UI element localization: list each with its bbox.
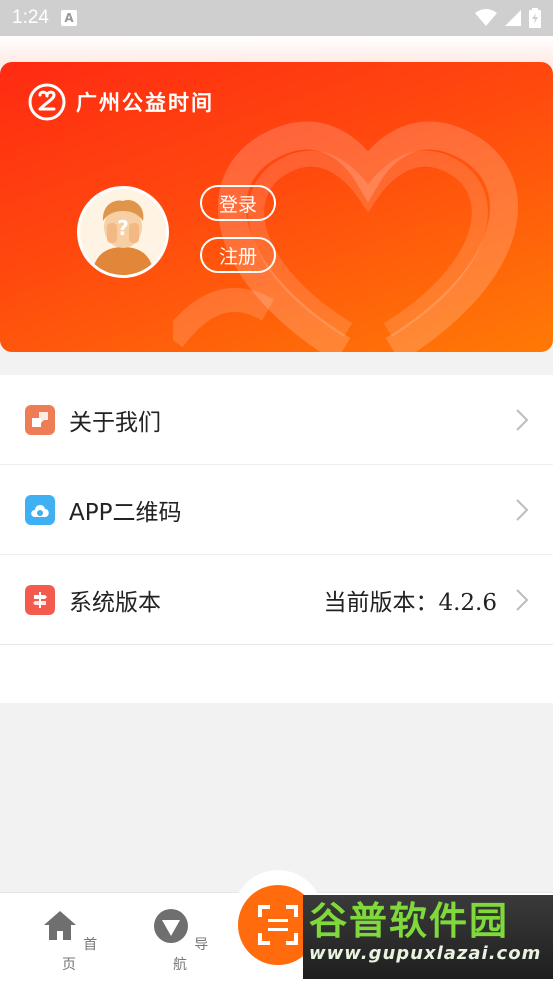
menu-item-system-version[interactable]: 系统版本 当前版本：4.2.6 xyxy=(0,555,553,645)
settings-menu: 关于我们 APP二维码 系统版本 当前版本：4.2.6 xyxy=(0,375,553,703)
default-avatar-icon: ? xyxy=(80,189,166,275)
signpost-icon xyxy=(25,584,55,615)
watermark-title: 谷普软件园 xyxy=(309,899,510,943)
menu-item-label: 系统版本 xyxy=(69,589,161,616)
menu-item-about-us[interactable]: 关于我们 xyxy=(0,375,553,465)
svg-text:?: ? xyxy=(117,216,129,240)
cloud-icon xyxy=(25,494,55,525)
chevron-right-icon xyxy=(516,498,529,521)
nav-home[interactable]: 首页 xyxy=(34,907,104,974)
version-value: 当前版本：4.2.6 xyxy=(323,589,497,616)
wifi-icon xyxy=(475,9,497,26)
menu-item-label: 关于我们 xyxy=(69,409,161,436)
home-icon xyxy=(43,911,76,940)
notification-icon: A xyxy=(60,10,77,26)
profile-header: 广州公益时间 ? 登录 注册 xyxy=(0,62,553,352)
register-button[interactable]: 注册 xyxy=(200,237,276,273)
chevron-right-icon xyxy=(516,408,529,431)
brand-logo-icon xyxy=(28,83,66,121)
status-icons xyxy=(475,8,541,28)
menu-item-app-qrcode[interactable]: APP二维码 xyxy=(0,465,553,555)
nav-navigation[interactable]: 导航 xyxy=(145,907,215,974)
battery-icon xyxy=(529,8,541,28)
watermark: 谷普软件园 www.gupuxlazai.com xyxy=(303,895,553,979)
menu-item-label: APP二维码 xyxy=(69,499,182,526)
brand-name: 广州公益时间 xyxy=(76,90,214,115)
status-time: 1:24 xyxy=(12,7,49,28)
brand: 广州公益时间 xyxy=(28,83,214,121)
login-button[interactable]: 登录 xyxy=(200,185,276,221)
avatar[interactable]: ? xyxy=(77,186,169,278)
status-bar: 1:24 A xyxy=(0,0,553,36)
watermark-url: www.gupuxlazai.com xyxy=(309,943,542,964)
chevron-right-icon xyxy=(516,588,529,611)
cell-signal-icon xyxy=(505,10,521,26)
navigation-icon xyxy=(153,909,188,943)
scan-icon xyxy=(258,905,298,945)
about-icon xyxy=(25,404,55,435)
